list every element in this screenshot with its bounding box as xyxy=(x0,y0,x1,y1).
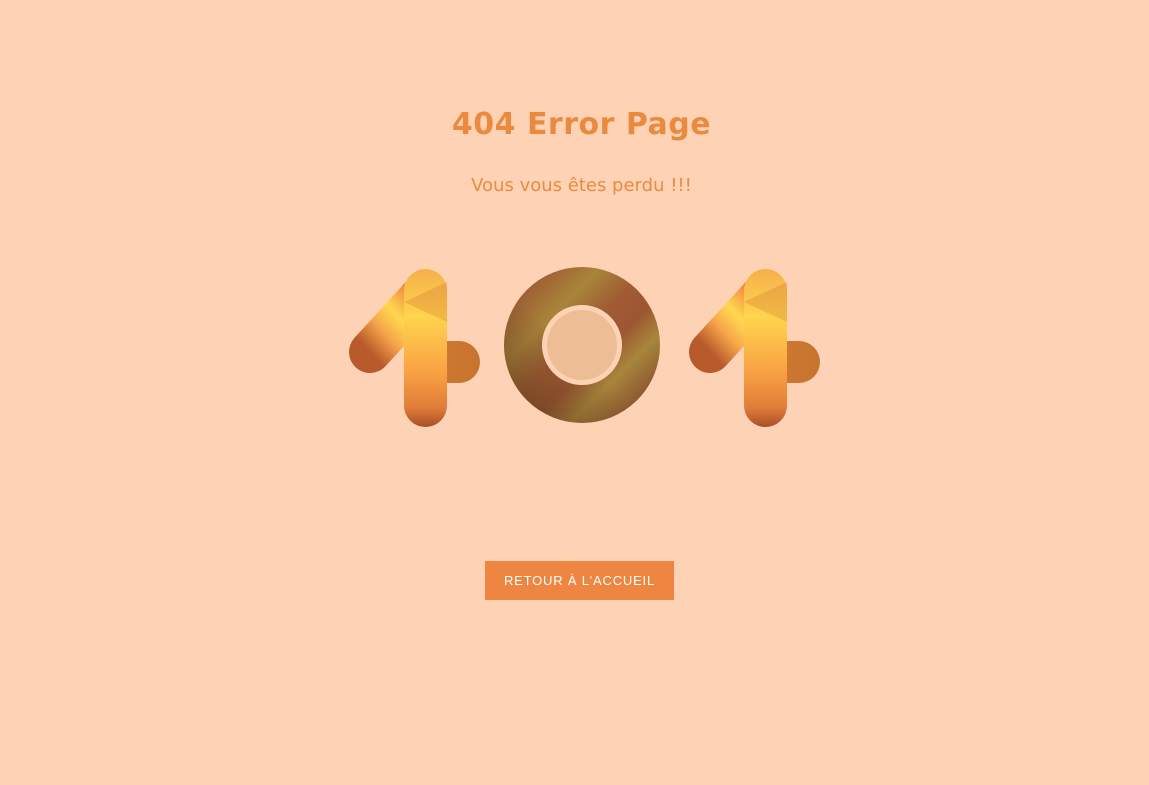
404-illustration xyxy=(349,267,820,427)
page-subtitle: Vous vous êtes perdu !!! xyxy=(471,175,692,196)
page-title: 404 Error Page xyxy=(451,107,712,142)
digit-zero-ring xyxy=(504,267,660,423)
digit-four-right xyxy=(689,269,820,427)
back-to-home-button[interactable]: RETOUR À L'ACCUEIL xyxy=(485,561,674,600)
error-page: 404 Error Page Vous vous êtes perdu !!! xyxy=(0,0,1149,785)
digit-four-left xyxy=(349,269,480,427)
